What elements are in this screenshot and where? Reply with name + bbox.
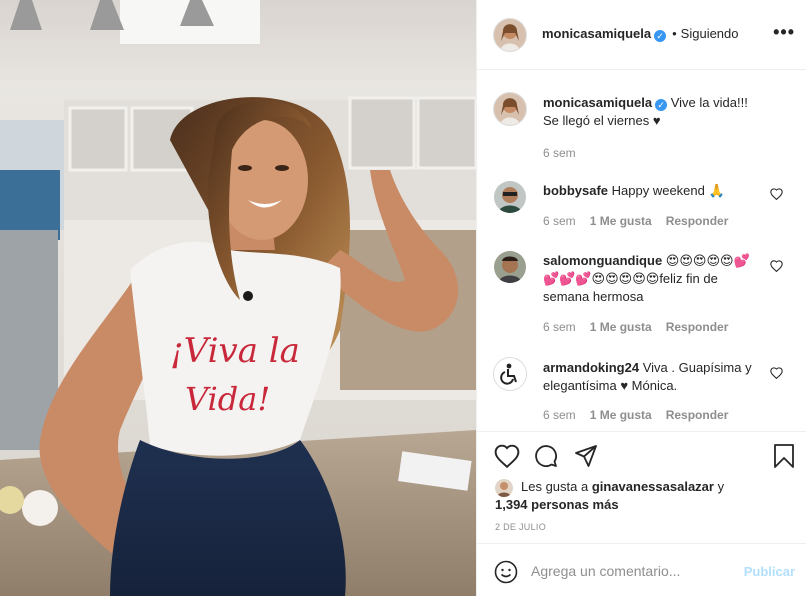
comment-body: salomonguandique 😍😍😍😍😍💕💕💕💕😍😍😍😍😍feliz fin… (543, 252, 759, 306)
comment-meta: 6 sem 1 Me gusta Responder (543, 320, 728, 334)
shirt-text-line2: Vida! (185, 380, 270, 418)
comment-time[interactable]: 6 sem (543, 320, 576, 334)
comment-icon[interactable] (534, 444, 558, 471)
publish-button[interactable]: Publicar (744, 564, 795, 579)
liker-username[interactable]: ginavanessasalazar (592, 479, 714, 494)
commenter-username[interactable]: salomonguandique (543, 253, 662, 268)
commenter-username[interactable]: bobbysafe (543, 183, 608, 198)
comment-like-icon[interactable] (770, 367, 783, 382)
commenter-avatar[interactable] (494, 251, 526, 283)
likes-prefix: Les gusta a (521, 479, 592, 494)
paper-plane-icon[interactable] (574, 444, 598, 471)
smiley-icon[interactable] (494, 560, 518, 587)
comment-likes[interactable]: 1 Me gusta (590, 320, 652, 334)
verified-badge-icon: ✓ (655, 99, 668, 111)
post-photo[interactable]: ¡Viva la Vida! (0, 0, 476, 596)
liker-avatar[interactable] (495, 479, 513, 497)
comment-composer: Publicar (477, 543, 806, 596)
post-author-line: monicasamiquela ✓ • Siguiendo (542, 26, 739, 42)
comment-like-icon[interactable] (770, 188, 783, 203)
shirt-text-line1: ¡Viva la (170, 331, 300, 371)
comment-meta: 6 sem 1 Me gusta Responder (543, 214, 728, 228)
wheelchair-icon (494, 358, 526, 390)
caption-username[interactable]: monicasamiquela (543, 95, 652, 110)
verified-badge-icon: ✓ (654, 30, 667, 42)
comment-likes[interactable]: 1 Me gusta (590, 214, 652, 228)
bookmark-icon[interactable] (773, 444, 795, 471)
likes-summary: Les gusta a ginavanessasalazar y 1,394 p… (495, 478, 795, 514)
reply-button[interactable]: Responder (666, 214, 729, 228)
author-avatar[interactable] (494, 19, 526, 51)
post-header: monicasamiquela ✓ • Siguiendo ••• (477, 0, 806, 70)
comment-input[interactable] (531, 560, 731, 582)
comment-meta: 6 sem 1 Me gusta Responder (543, 408, 728, 422)
comment-body: bobbysafe Happy weekend 🙏 (543, 182, 759, 200)
caption-avatar[interactable] (494, 93, 526, 125)
more-options-icon[interactable]: ••• (773, 22, 795, 43)
separator-dot: • (672, 26, 677, 41)
commenter-avatar[interactable] (494, 181, 526, 213)
caption-body: monicasamiquela ✓ Vive la vida!!! Se lleg… (543, 94, 759, 130)
comment-likes[interactable]: 1 Me gusta (590, 408, 652, 422)
post-detail-panel: monicasamiquela ✓ • Siguiendo ••• monicasam… (476, 0, 806, 596)
comment-item: armandoking24 Viva . Guapísima y elegant… (477, 358, 806, 428)
comment-time[interactable]: 6 sem (543, 408, 576, 422)
comment-time[interactable]: 6 sem (543, 214, 576, 228)
caption-item: monicasamiquela ✓ Vive la vida!!! Se lleg… (477, 93, 806, 173)
comment-like-icon[interactable] (770, 260, 783, 275)
likes-count[interactable]: 1,394 personas más (495, 497, 619, 512)
heart-icon[interactable] (494, 444, 520, 471)
comment-item: salomonguandique 😍😍😍😍😍💕💕💕💕😍😍😍😍😍feliz fin… (477, 251, 806, 341)
likes-suffix: y (713, 479, 725, 494)
caption-time[interactable]: 6 sem (543, 146, 576, 160)
post-photo-illustration: ¡Viva la Vida! (0, 0, 476, 596)
commenter-avatar[interactable] (494, 358, 526, 390)
author-username[interactable]: monicasamiquela (542, 26, 651, 41)
reply-button[interactable]: Responder (666, 320, 729, 334)
comment-text: Happy weekend 🙏 (611, 183, 725, 198)
comment-body: armandoking24 Viva . Guapísima y elegant… (543, 359, 759, 395)
post-date[interactable]: 2 DE JULIO (495, 522, 546, 532)
comments-list[interactable]: monicasamiquela ✓ Vive la vida!!! Se lleg… (477, 71, 806, 431)
commenter-username[interactable]: armandoking24 (543, 360, 639, 375)
reply-button[interactable]: Responder (666, 408, 729, 422)
post-actions: Les gusta a ginavanessasalazar y 1,394 p… (477, 431, 806, 543)
comment-item: bobbysafe Happy weekend 🙏 6 sem 1 Me gust… (477, 181, 806, 237)
following-button[interactable]: Siguiendo (681, 26, 739, 41)
